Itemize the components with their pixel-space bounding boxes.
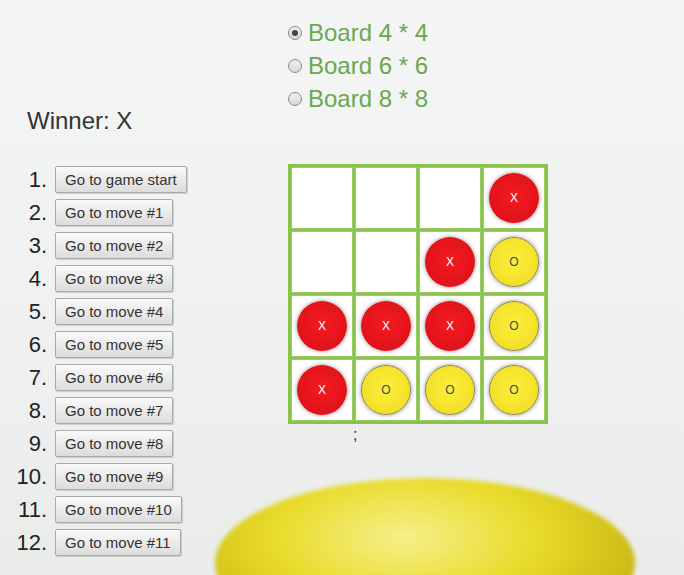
move-button[interactable]: Go to move #7 [55,397,173,424]
right-panel: Board 4 * 4Board 6 * 6Board 8 * 8XXOXXXO… [288,0,548,556]
piece-label: O [445,383,454,397]
move-number: 1. [0,167,55,193]
move-button[interactable]: Go to move #5 [55,331,173,358]
piece-label: X [446,255,454,269]
board-cell[interactable]: X [291,359,353,421]
o-piece[interactable]: O [489,237,539,287]
left-panel: Winner: X1.Go to game start2.Go to move … [0,0,288,556]
o-piece[interactable]: O [361,365,411,415]
move-number: 12. [0,530,55,556]
board-row: XOOO [291,359,545,421]
footer-text: ; [288,426,548,444]
x-piece[interactable]: X [297,365,347,415]
move-number: 8. [0,398,55,424]
move-item: 10.Go to move #9 [0,463,288,490]
move-number: 9. [0,431,55,457]
move-item: 3.Go to move #2 [0,232,288,259]
move-button[interactable]: Go to move #4 [55,298,173,325]
move-item: 12.Go to move #11 [0,529,288,556]
move-list: 1.Go to game start2.Go to move #13.Go to… [0,166,288,556]
x-piece[interactable]: X [425,237,475,287]
piece-label: O [509,319,518,333]
piece-label: X [318,319,326,333]
board-size-option[interactable]: Board 4 * 4 [288,20,548,46]
board-cell[interactable] [291,231,353,293]
board-row: X [291,167,545,229]
piece-label: O [381,383,390,397]
board-cell[interactable] [355,167,417,229]
move-item: 6.Go to move #5 [0,331,288,358]
piece-label: O [509,255,518,269]
board-cell[interactable] [419,167,481,229]
board-cell[interactable]: X [419,295,481,357]
board-size-option[interactable]: Board 6 * 6 [288,53,548,79]
move-item: 1.Go to game start [0,166,288,193]
option-label[interactable]: Board 8 * 8 [308,86,428,112]
piece-label: O [509,383,518,397]
option-label[interactable]: Board 6 * 6 [308,53,428,79]
x-piece[interactable]: X [361,301,411,351]
move-button[interactable]: Go to move #6 [55,364,173,391]
x-piece[interactable]: X [489,173,539,223]
board-row: XXXO [291,295,545,357]
radio-button[interactable] [288,92,302,106]
board-cell[interactable]: X [483,167,545,229]
game-board: XXOXXXOXOOO [288,164,548,424]
board-size-option[interactable]: Board 8 * 8 [288,86,548,112]
o-piece[interactable]: O [489,365,539,415]
board-cell[interactable]: X [291,295,353,357]
board-cell[interactable]: O [483,359,545,421]
move-number: 6. [0,332,55,358]
move-button[interactable]: Go to move #1 [55,199,173,226]
o-piece[interactable]: O [425,365,475,415]
move-button[interactable]: Go to move #3 [55,265,173,292]
move-button[interactable]: Go to move #8 [55,430,173,457]
move-button[interactable]: Go to game start [55,166,187,193]
board-cell[interactable]: X [419,231,481,293]
piece-label: X [318,383,326,397]
piece-label: X [510,191,518,205]
move-item: 11.Go to move #10 [0,496,288,523]
move-item: 5.Go to move #4 [0,298,288,325]
x-piece[interactable]: X [297,301,347,351]
radio-dot [292,30,298,36]
move-button[interactable]: Go to move #10 [55,496,182,523]
move-number: 10. [0,464,55,490]
o-piece[interactable]: O [489,301,539,351]
board-cell[interactable] [291,167,353,229]
piece-label: X [446,319,454,333]
board-cell[interactable]: O [483,231,545,293]
winner-label: Winner: X [0,106,288,136]
board-cell[interactable]: O [483,295,545,357]
board-row: XO [291,231,545,293]
background-photo [215,478,635,575]
option-label[interactable]: Board 4 * 4 [308,20,428,46]
move-button[interactable]: Go to move #11 [55,529,181,556]
board-cell[interactable]: O [419,359,481,421]
piece-label: X [382,319,390,333]
move-number: 11. [0,497,55,523]
board-cell[interactable]: X [355,295,417,357]
move-number: 2. [0,200,55,226]
move-number: 5. [0,299,55,325]
move-number: 3. [0,233,55,259]
move-number: 7. [0,365,55,391]
x-piece[interactable]: X [425,301,475,351]
board-cell[interactable] [355,231,417,293]
move-item: 9.Go to move #8 [0,430,288,457]
board-cell[interactable]: O [355,359,417,421]
move-button[interactable]: Go to move #2 [55,232,173,259]
move-item: 4.Go to move #3 [0,265,288,292]
move-item: 2.Go to move #1 [0,199,288,226]
radio-button[interactable] [288,26,302,40]
radio-button[interactable] [288,59,302,73]
move-item: 8.Go to move #7 [0,397,288,424]
move-item: 7.Go to move #6 [0,364,288,391]
move-number: 4. [0,266,55,292]
move-button[interactable]: Go to move #9 [55,463,173,490]
board-size-options: Board 4 * 4 Board 6 * 6 Board 8 * 8 [288,20,548,112]
